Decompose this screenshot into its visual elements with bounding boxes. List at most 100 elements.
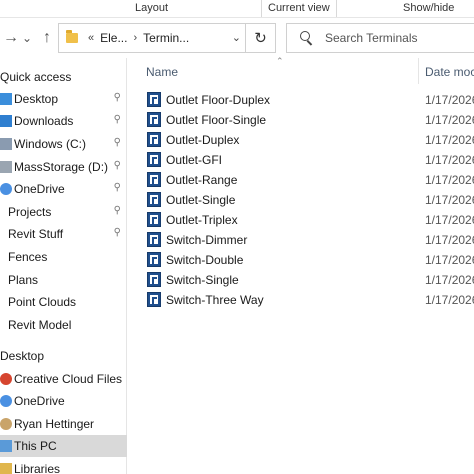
revit-family-icon: [147, 292, 161, 307]
nav-item-label: Projects: [8, 205, 52, 219]
refresh-icon[interactable]: ↻: [245, 24, 275, 52]
nav-item-label: MassStorage (D:): [14, 160, 109, 174]
file-row[interactable]: Switch-Single 1/17/2026: [128, 270, 474, 290]
file-row[interactable]: Outlet Floor-Single 1/17/2026: [128, 110, 474, 130]
file-date: 1/17/2026: [425, 293, 474, 307]
nav-item-projects[interactable]: Projects ⚲: [0, 201, 127, 223]
nav-item-creative-cloud-files[interactable]: Creative Cloud Files: [0, 368, 127, 390]
file-name: Outlet Floor-Single: [166, 113, 267, 127]
ribbon-divider: [336, 0, 337, 17]
nav-item-label: This PC: [14, 439, 57, 453]
nav-item-windows-c[interactable]: Windows (C:) ⚲: [0, 133, 127, 155]
nav-item-downloads[interactable]: Downloads ⚲: [0, 110, 127, 132]
file-row[interactable]: Switch-Double 1/17/2026: [128, 250, 474, 270]
nav-item-label: Point Clouds: [8, 295, 77, 309]
nav-item-plans[interactable]: Plans: [0, 269, 127, 291]
file-row[interactable]: Outlet-Single 1/17/2026: [128, 190, 474, 210]
library-icon: [0, 463, 12, 474]
revit-family-icon: [147, 112, 161, 127]
file-row[interactable]: Outlet-GFI 1/17/2026: [128, 150, 474, 170]
ribbon-group-current-view: Current view: [268, 2, 330, 14]
file-date: 1/17/2026: [425, 193, 474, 207]
file-row[interactable]: Outlet-Duplex 1/17/2026: [128, 130, 474, 150]
file-date: 1/17/2026: [425, 273, 474, 287]
nav-item-desktop[interactable]: Desktop ⚲: [0, 88, 127, 110]
revit-family-icon: [147, 232, 161, 247]
file-row[interactable]: Switch-Dimmer 1/17/2026: [128, 230, 474, 250]
file-list-pane: ⌃ Name Date moc Outlet Floor-Duplex 1/17…: [128, 56, 474, 474]
nav-desktop-header[interactable]: Desktop: [0, 345, 127, 367]
file-date: 1/17/2026: [425, 173, 474, 187]
search-icon: [299, 30, 315, 46]
nav-item-ryan-hettinger[interactable]: Ryan Hettinger: [0, 413, 127, 435]
ribbon-divider: [261, 0, 262, 17]
desktop-icon: [0, 93, 12, 105]
address-bar[interactable]: « Ele... › Termin... ⌄ ↻: [58, 23, 276, 53]
pin-icon[interactable]: ⚲: [114, 114, 121, 125]
pin-icon[interactable]: ⚲: [114, 182, 121, 193]
nav-item-revit-model[interactable]: Revit Model: [0, 314, 127, 336]
pin-icon[interactable]: ⚲: [114, 137, 121, 148]
nav-item-label: Downloads: [14, 114, 74, 128]
nav-item-label: Ryan Hettinger: [14, 417, 95, 431]
nav-item-label: Libraries: [14, 462, 61, 474]
breadcrumb-item-terminals[interactable]: Termin...: [143, 31, 189, 45]
nav-item-label: OneDrive: [14, 394, 65, 408]
pin-icon[interactable]: ⚲: [114, 205, 121, 216]
revit-family-icon: [147, 172, 161, 187]
nav-quick-access[interactable]: Quick access: [0, 66, 127, 88]
nav-item-onedrive[interactable]: OneDrive ⚲: [0, 178, 127, 200]
creative-cloud-icon: [0, 373, 12, 385]
nav-item-this-pc[interactable]: This PC: [0, 435, 127, 457]
pin-icon[interactable]: ⚲: [114, 160, 121, 171]
nav-item-onedrive-desktop[interactable]: OneDrive: [0, 390, 127, 412]
nav-item-label: Plans: [8, 273, 39, 287]
column-header-row: ⌃ Name Date moc: [128, 56, 474, 84]
breadcrumb-chevron-icon[interactable]: ›: [133, 32, 137, 44]
revit-family-icon: [147, 272, 161, 287]
file-name: Outlet-Duplex: [166, 133, 240, 147]
search-input[interactable]: Search Terminals: [325, 31, 417, 45]
cloud-icon: [0, 183, 12, 195]
revit-family-icon: [147, 132, 161, 147]
file-name: Outlet-Triplex: [166, 213, 238, 227]
column-divider[interactable]: [418, 58, 419, 84]
nav-item-revit-stuff[interactable]: Revit Stuff ⚲: [0, 223, 127, 245]
up-arrow-icon[interactable]: ↑: [36, 26, 58, 50]
file-name: Outlet-GFI: [166, 153, 223, 167]
breadcrumb-item-ele[interactable]: Ele...: [100, 31, 127, 45]
column-header-date-modified[interactable]: Date moc: [425, 65, 474, 79]
recent-locations-chevron-icon[interactable]: ⌄: [16, 26, 38, 50]
nav-item-label: Desktop: [14, 92, 59, 106]
file-date: 1/17/2026: [425, 233, 474, 247]
nav-item-fences[interactable]: Fences: [0, 246, 127, 268]
file-date: 1/17/2026: [425, 113, 474, 127]
address-dropdown-icon[interactable]: ⌄: [232, 31, 241, 44]
nav-item-label: Quick access: [0, 70, 72, 84]
nav-item-libraries[interactable]: Libraries: [0, 458, 127, 474]
revit-family-icon: [147, 252, 161, 267]
nav-item-label: Revit Model: [8, 318, 72, 332]
file-name: Outlet Floor-Duplex: [166, 93, 271, 107]
navigation-pane: Quick access Desktop ⚲ Downloads ⚲ Windo…: [0, 58, 127, 474]
pin-icon[interactable]: ⚲: [114, 92, 121, 103]
ribbon-group-labels: Layout Current view Show/hide: [0, 0, 474, 18]
file-row[interactable]: Switch-Three Way 1/17/2026: [128, 290, 474, 310]
file-row[interactable]: Outlet Floor-Duplex 1/17/2026: [128, 90, 474, 110]
nav-item-massstorage-d[interactable]: MassStorage (D:) ⚲: [0, 156, 127, 178]
file-row[interactable]: Outlet-Triplex 1/17/2026: [128, 210, 474, 230]
ribbon-group-layout: Layout: [135, 2, 169, 14]
folder-icon: [66, 30, 78, 43]
search-box[interactable]: Search Terminals: [286, 23, 474, 53]
user-icon: [0, 418, 12, 430]
nav-item-label: Revit Stuff: [8, 227, 64, 241]
computer-icon: [0, 440, 12, 452]
column-header-name[interactable]: Name: [146, 65, 178, 79]
pin-icon[interactable]: ⚲: [114, 227, 121, 238]
file-name: Switch-Three Way: [166, 293, 264, 307]
file-row[interactable]: Outlet-Range 1/17/2026: [128, 170, 474, 190]
breadcrumb-overflow[interactable]: «: [88, 32, 94, 44]
file-name: Switch-Double: [166, 253, 244, 267]
file-name: Outlet-Range: [166, 173, 238, 187]
nav-item-point-clouds[interactable]: Point Clouds: [0, 291, 127, 313]
